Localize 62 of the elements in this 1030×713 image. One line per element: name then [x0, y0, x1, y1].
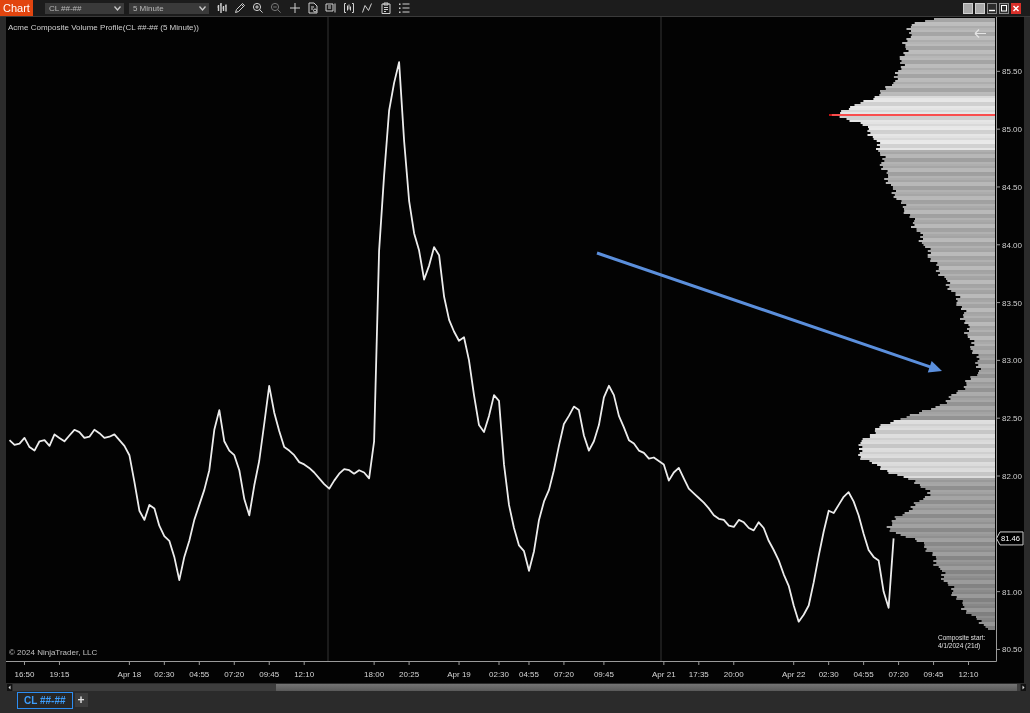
time-axis-label: 02:30 — [154, 670, 175, 679]
window-title: Chart — [0, 0, 33, 16]
scroll-left-icon[interactable] — [7, 683, 12, 691]
price-axis-label: 81.00 — [1002, 587, 1023, 597]
scrollbar-thumb[interactable] — [276, 683, 1017, 691]
price-axis-label: 80.50 — [1002, 645, 1023, 655]
price-axis-label: 85.00 — [1002, 125, 1023, 135]
time-axis-label: Apr 19 — [447, 670, 471, 679]
document-icon[interactable] — [306, 2, 319, 14]
maximize-icon[interactable] — [999, 2, 1009, 14]
time-axis-label: 16:50 — [14, 670, 35, 679]
scroll-right-icon[interactable] — [1021, 683, 1026, 691]
price-axis-label: 83.50 — [1002, 298, 1023, 308]
square-icon[interactable] — [963, 2, 973, 14]
crosshair-icon[interactable] — [288, 2, 301, 14]
copyright-text: © 2024 NinjaTrader, LLC — [9, 648, 98, 657]
price-axis-label: 82.50 — [1002, 414, 1023, 424]
instrument-dropdown[interactable]: CL ##-## — [44, 2, 124, 14]
time-axis-label: 17:35 — [688, 670, 709, 679]
time-axis-label: 20:25 — [399, 670, 420, 679]
bar-chart-icon[interactable] — [215, 2, 228, 14]
time-axis-label: 02:30 — [489, 670, 509, 679]
time-axis-label: 04:55 — [189, 670, 210, 679]
zoom-in-icon[interactable] — [252, 2, 265, 14]
minimize-icon[interactable] — [987, 2, 997, 14]
time-axis-label: 07:20 — [224, 670, 245, 679]
price-axis-label: 83.00 — [1002, 356, 1023, 366]
close-icon[interactable] — [1011, 2, 1021, 14]
chevron-down-icon — [198, 5, 206, 11]
chart-tab[interactable]: CL ##-## — [17, 692, 73, 709]
zigzag-line-icon[interactable] — [361, 2, 374, 14]
chevron-down-icon — [113, 5, 121, 11]
time-axis-label: 12:10 — [958, 670, 979, 679]
price-axis-label: 82.00 — [1002, 472, 1023, 481]
zoom-out-icon[interactable] — [270, 2, 283, 14]
price-axis-label: 85.50 — [1002, 67, 1023, 77]
time-axis-label: 09:45 — [593, 670, 614, 679]
time-axis-label: Apr 22 — [781, 670, 806, 679]
time-axis-label: Apr 21 — [652, 670, 676, 679]
time-axis-label: 18:00 — [364, 670, 385, 679]
list-icon[interactable] — [397, 2, 410, 14]
price-axis-label: 84.50 — [1002, 182, 1023, 192]
panel-icon[interactable] — [325, 2, 338, 14]
time-axis-label: 12:10 — [294, 670, 315, 679]
square-icon[interactable] — [975, 2, 985, 14]
time-axis-label: 09:45 — [923, 670, 944, 679]
add-tab-button[interactable]: + — [74, 693, 88, 707]
time-axis-label: 09:45 — [259, 670, 280, 679]
bracket-bars-icon[interactable] — [343, 2, 356, 14]
interval-dropdown[interactable]: 5 Minute — [128, 2, 209, 14]
time-axis-label: 04:55 — [853, 670, 874, 679]
indicator-title: Acme Composite Volume Profile(CL ##-## (5 Minute)) — [8, 23, 199, 32]
time-axis-label: 07:20 — [888, 670, 909, 679]
time-axis-label: 04:55 — [518, 670, 539, 679]
time-axis-label: Apr 18 — [117, 670, 142, 679]
time-axis-label: 20:00 — [723, 670, 744, 679]
time-axis-label: 19:15 — [49, 670, 70, 679]
price-axis-label: 84.00 — [1002, 240, 1023, 250]
pencil-icon[interactable] — [234, 2, 247, 14]
time-axis-label: 07:20 — [553, 670, 574, 679]
time-axis-label: 02:30 — [818, 670, 839, 679]
clipboard-icon[interactable] — [379, 2, 392, 14]
